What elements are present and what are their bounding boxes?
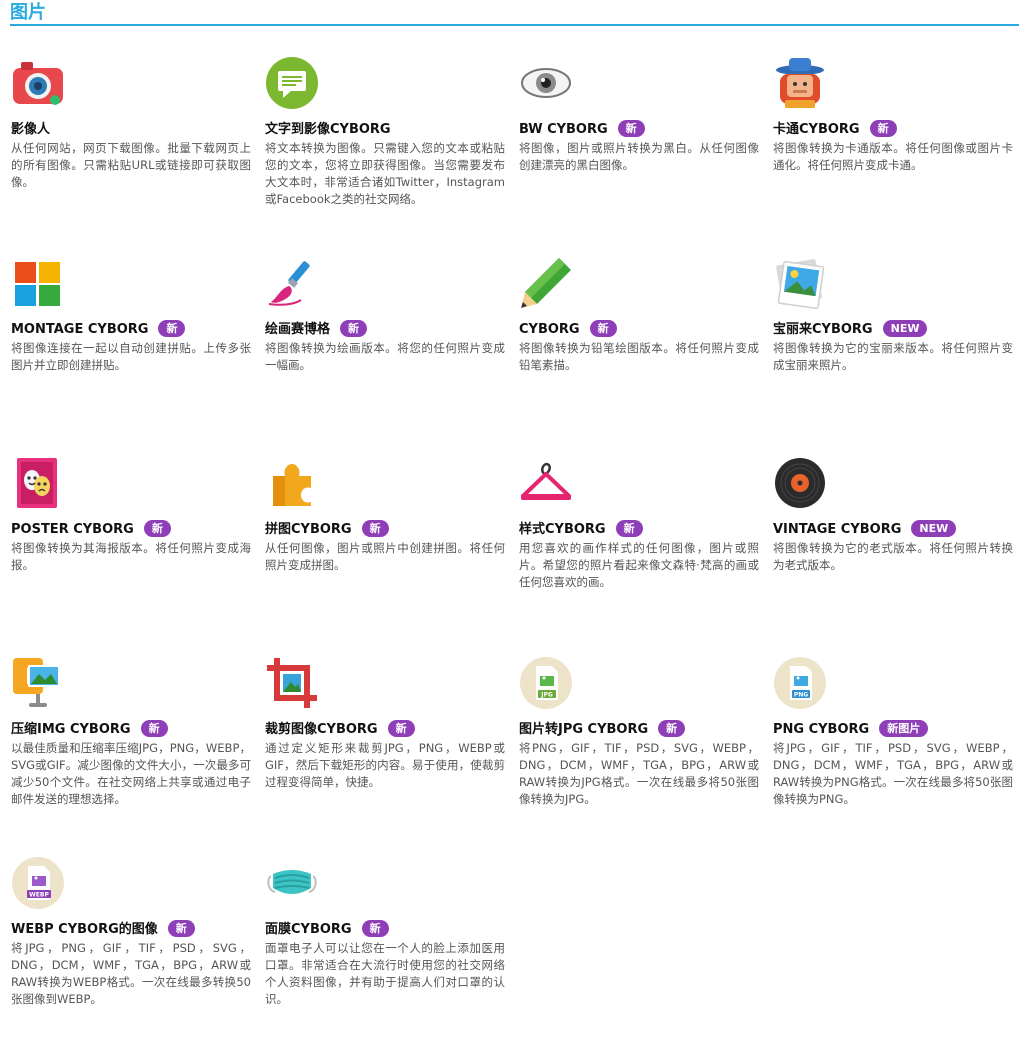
card-description: 将JPG，GIF，TIF，PSD，SVG，WEBP，DNG，DCM，WMF，TG… bbox=[773, 741, 1013, 806]
card-title[interactable]: 裁剪图像CYBORG bbox=[265, 722, 378, 737]
card-description: 将JPG，PNG，GIF，TIF，PSD，SVG，DNG，DCM，WMF，TGA… bbox=[11, 941, 251, 1006]
card-title[interactable]: 样式CYBORG bbox=[519, 522, 606, 537]
jpg-file-icon: JPG bbox=[519, 656, 573, 710]
new-badge: 新 bbox=[167, 920, 195, 937]
tool-card-webp[interactable]: WEBP WEBP CYBORG的图像新 将JPG，PNG，GIF，TIF，PS… bbox=[11, 856, 251, 1046]
card-title[interactable]: 拼图CYBORG bbox=[265, 522, 352, 537]
card-title[interactable]: 绘画赛博格 bbox=[265, 322, 330, 337]
card-title[interactable]: 面膜CYBORG bbox=[265, 922, 352, 937]
tool-card-cartoon[interactable]: 卡通CYBORG 新 将图像转换为卡通版本。将任何图像或图片卡通化。将任何照片变成… bbox=[773, 56, 1013, 246]
hanger-icon bbox=[519, 456, 573, 510]
paintbrush-icon bbox=[265, 256, 319, 310]
vinyl-record-icon bbox=[773, 456, 827, 510]
tool-card-image-downloader[interactable]: 影像人 从任何网站，网页下载图像。批量下载网页上的所有图像。只需粘贴URL或链接… bbox=[11, 56, 251, 246]
compress-clamp-icon bbox=[11, 656, 65, 710]
svg-text:PNG: PNG bbox=[794, 692, 808, 699]
card-title[interactable]: 压缩IMG CYBORG bbox=[11, 722, 131, 737]
card-description: 将图像转换为其海报版本。将任何照片变成海报。 bbox=[11, 541, 251, 572]
tool-card-vintage[interactable]: VINTAGE CYBORG NEW 将图像转换为它的老式版本。将任何照片转换为老… bbox=[773, 456, 1013, 646]
webp-file-icon: WEBP bbox=[11, 856, 65, 910]
crop-icon bbox=[265, 656, 319, 710]
card-description: 将图像，图片或照片转换为黑白。从任何图像创建漂亮的黑白图像。 bbox=[519, 141, 759, 172]
card-title[interactable]: 影像人 bbox=[11, 122, 50, 137]
face-mask-icon bbox=[265, 856, 319, 910]
svg-text:WEBP: WEBP bbox=[29, 892, 49, 899]
card-description: 以最佳质量和压缩率压缩JPG，PNG，WEBP，SVG或GIF。减少图像的文件大… bbox=[11, 741, 251, 806]
windows-grid-icon bbox=[11, 256, 65, 310]
card-description: 从任何网站，网页下载图像。批量下载网页上的所有图像。只需粘贴URL或链接即可获取… bbox=[11, 141, 251, 189]
tool-card-montage[interactable]: MONTAGE CYBORG 新 将图像连接在一起以自动创建拼贴。上传多张图片并立… bbox=[11, 256, 251, 446]
page: 图片 影像人 从任何网站，网页下载图像。批量下载网页上的所有图像。只需粘贴URL… bbox=[0, 0, 1019, 1050]
card-title[interactable]: WEBP CYBORG的图像 bbox=[11, 922, 158, 937]
new-badge: NEW bbox=[882, 320, 928, 337]
card-description: 通过定义矩形来裁剪JPG，PNG，WEBP或GIF，然后下载矩形的内容。易于使用… bbox=[265, 741, 505, 789]
new-badge: 新 bbox=[361, 520, 389, 537]
polaroid-icon bbox=[773, 256, 827, 310]
tool-card-puzzle[interactable]: 拼图CYBORG 新 从任何图像，图片或照片中创建拼图。将任何照片变成拼图。 bbox=[265, 456, 505, 646]
card-description: 将图像转换为铅笔绘图版本。将任何照片变成铅笔素描。 bbox=[519, 341, 759, 372]
card-title[interactable]: 宝丽来CYBORG bbox=[773, 322, 873, 337]
card-description: 将图像转换为它的宝丽来版本。将任何照片变成宝丽来照片。 bbox=[773, 341, 1013, 372]
eye-icon bbox=[519, 56, 573, 110]
card-title[interactable]: 卡通CYBORG bbox=[773, 122, 860, 137]
card-description: 面罩电子人可以让您在一个人的脸上添加医用口罩。非常适合在大流行时使用您的社交网络… bbox=[265, 941, 505, 1006]
card-title[interactable]: PNG CYBORG bbox=[773, 722, 869, 737]
card-title[interactable]: CYBORG bbox=[519, 322, 580, 337]
tool-card-bw[interactable]: BW CYBORG 新 将图像，图片或照片转换为黑白。从任何图像创建漂亮的黑白图像… bbox=[519, 56, 759, 246]
cowboy-icon bbox=[773, 56, 827, 110]
chat-bubble-icon bbox=[265, 56, 319, 110]
card-title[interactable]: BW CYBORG bbox=[519, 122, 608, 137]
new-badge: 新 bbox=[617, 120, 645, 137]
card-description: 将图像转换为绘画版本。将您的任何照片变成一幅画。 bbox=[265, 341, 505, 372]
tool-card-to-jpg[interactable]: JPG 图片转JPG CYBORG 新 将PNG，GIF，TIF，PSD，SVG，… bbox=[519, 656, 759, 846]
tool-card-polaroid[interactable]: 宝丽来CYBORG NEW 将图像转换为它的宝丽来版本。将任何照片变成宝丽来照片。 bbox=[773, 256, 1013, 446]
tool-card-png[interactable]: PNG PNG CYBORG 新图片 将JPG，GIF，TIF，PSD，SVG，W… bbox=[773, 656, 1013, 846]
card-description: 将PNG，GIF，TIF，PSD，SVG，WEBP，DNG，DCM，WMF，TG… bbox=[519, 741, 759, 806]
new-badge: 新 bbox=[143, 520, 171, 537]
png-file-icon: PNG bbox=[773, 656, 827, 710]
card-title[interactable]: 文字到影像CYBORG bbox=[265, 122, 391, 137]
tool-card-pencil[interactable]: CYBORG 新 将图像转换为铅笔绘图版本。将任何照片变成铅笔素描。 bbox=[519, 256, 759, 446]
card-title[interactable]: VINTAGE CYBORG bbox=[773, 522, 901, 537]
card-description: 从任何图像，图片或照片中创建拼图。将任何照片变成拼图。 bbox=[265, 541, 505, 572]
tool-card-mask[interactable]: 面膜CYBORG 新 面罩电子人可以让您在一个人的脸上添加医用口罩。非常适合在大流… bbox=[265, 856, 505, 1046]
new-badge: NEW bbox=[911, 520, 957, 537]
card-description: 将图像转换为卡通版本。将任何图像或图片卡通化。将任何照片变成卡通。 bbox=[773, 141, 1013, 172]
puzzle-piece-icon bbox=[265, 456, 319, 510]
new-badge: 新 bbox=[589, 320, 617, 337]
new-badge: 新 bbox=[158, 320, 186, 337]
new-badge: 新 bbox=[615, 520, 643, 537]
new-badge: 新 bbox=[361, 920, 389, 937]
card-title[interactable]: POSTER CYBORG bbox=[11, 522, 134, 537]
new-badge: 新 bbox=[387, 720, 415, 737]
section-title: 图片 bbox=[10, 2, 1019, 26]
svg-text:JPG: JPG bbox=[540, 692, 553, 699]
tool-card-text-to-image[interactable]: 文字到影像CYBORG 将文本转换为图像。只需键入您的文本或粘贴您的文本，您将立… bbox=[265, 56, 505, 246]
tool-card-style[interactable]: 样式CYBORG 新 用您喜欢的画作样式的任何图像，图片或照片。希望您的照片看起来… bbox=[519, 456, 759, 646]
tool-card-poster[interactable]: POSTER CYBORG 新 将图像转换为其海报版本。将任何照片变成海报。 bbox=[11, 456, 251, 646]
new-badge: 新 bbox=[658, 720, 686, 737]
camera-icon bbox=[11, 56, 65, 110]
pencil-icon bbox=[519, 256, 573, 310]
card-description: 将文本转换为图像。只需键入您的文本或粘贴您的文本，您将立即获得图像。当您需要发布… bbox=[265, 141, 505, 206]
tool-card-compress[interactable]: 压缩IMG CYBORG 新 以最佳质量和压缩率压缩JPG，PNG，WEBP，SV… bbox=[11, 656, 251, 846]
theater-masks-icon bbox=[11, 456, 65, 510]
tool-card-crop[interactable]: 裁剪图像CYBORG 新 通过定义矩形来裁剪JPG，PNG，WEBP或GIF，然后… bbox=[265, 656, 505, 846]
new-badge: 新图片 bbox=[879, 720, 929, 737]
card-description: 用您喜欢的画作样式的任何图像，图片或照片。希望您的照片看起来像文森特·梵高的画或… bbox=[519, 541, 759, 589]
card-description: 将图像连接在一起以自动创建拼贴。上传多张图片并立即创建拼贴。 bbox=[11, 341, 251, 372]
new-badge: 新 bbox=[140, 720, 168, 737]
card-title[interactable]: 图片转JPG CYBORG bbox=[519, 722, 648, 737]
new-badge: 新 bbox=[869, 120, 897, 137]
tool-card-painting[interactable]: 绘画赛博格新 将图像转换为绘画版本。将您的任何照片变成一幅画。 bbox=[265, 256, 505, 446]
new-badge: 新 bbox=[340, 320, 368, 337]
card-title[interactable]: MONTAGE CYBORG bbox=[11, 322, 148, 337]
card-description: 将图像转换为它的老式版本。将任何照片转换为老式版本。 bbox=[773, 541, 1013, 572]
